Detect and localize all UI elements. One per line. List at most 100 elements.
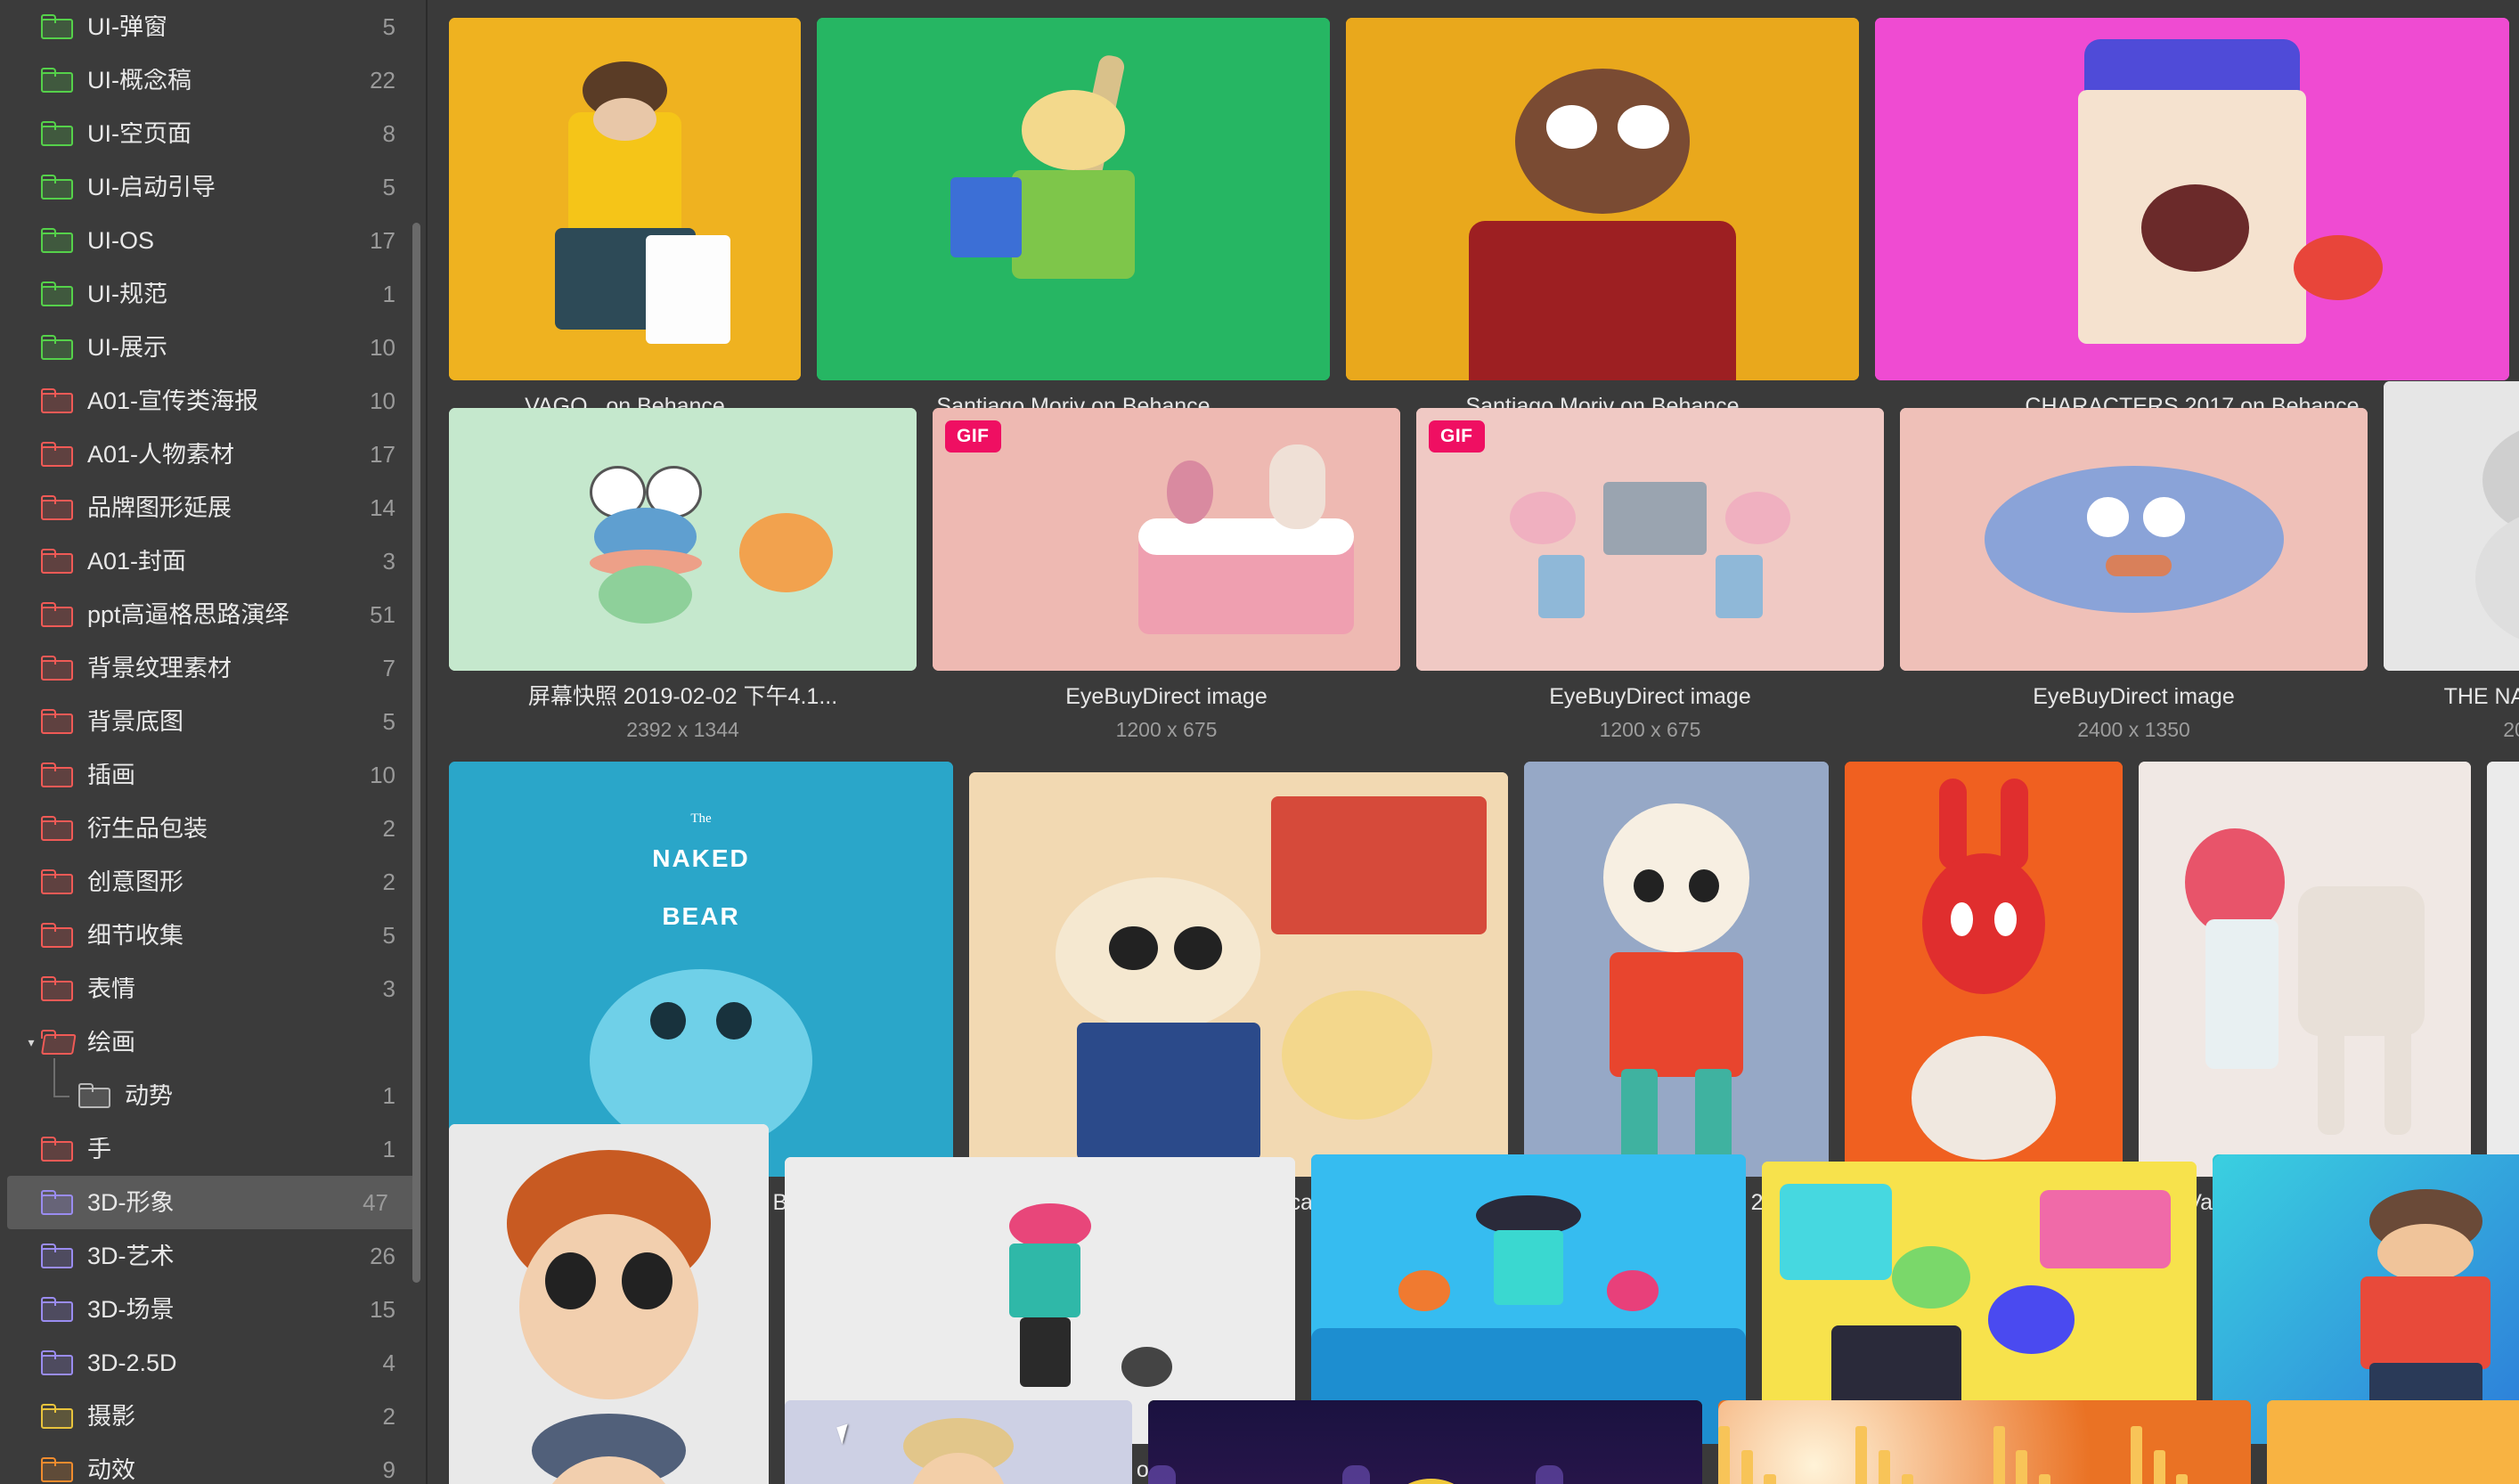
sidebar-item-15[interactable]: · 衍生品包装 2	[0, 802, 426, 855]
thumbnail-image[interactable]: GIF	[1416, 408, 1884, 671]
sidebar-item-label: 摄影	[87, 1404, 135, 1429]
sidebar-item-18[interactable]: · 表情 3	[0, 962, 426, 1015]
sidebar-item-12[interactable]: · 背景纹理素材 7	[0, 641, 426, 695]
sidebar-item-22[interactable]: · 3D-形象 47	[7, 1176, 419, 1229]
folder-icon	[41, 68, 73, 93]
thumbnail-image[interactable]: The New York Times Smarter LivingHOW TO …	[2487, 762, 2519, 1177]
sidebar-item-count: 8	[382, 120, 395, 147]
thumbnail-image[interactable]	[449, 1124, 769, 1444]
thumbnail-image[interactable]	[2384, 381, 2519, 671]
thumbnail-card[interactable]	[1148, 1400, 1702, 1484]
thumbnail-card[interactable]: GIF EyeBuyDirect image 1200 x 675	[1416, 408, 1884, 743]
folder-icon	[41, 762, 73, 787]
sidebar-item-23[interactable]: · 3D-艺术 26	[0, 1229, 426, 1283]
thumbnail-card[interactable]: EyeBuyDirect image 2400 x 1350	[1900, 408, 2368, 743]
thumbnail-image[interactable]: GIF	[933, 408, 1400, 671]
sidebar-item-3[interactable]: · UI-启动引导 5	[0, 160, 426, 214]
thumbnail-card[interactable]: GIF EyeBuyDirect image 1200 x 675	[933, 408, 1400, 743]
sidebar-item-label: 动势	[125, 1083, 173, 1108]
thumbnail-card[interactable]	[1718, 1400, 2251, 1484]
sidebar-item-0[interactable]: · UI-弹窗 5	[0, 0, 426, 53]
sidebar-item-10[interactable]: · A01-封面 3	[0, 534, 426, 588]
folder-icon	[41, 1457, 73, 1482]
folder-icon	[41, 923, 73, 948]
sidebar-scrollbar[interactable]	[412, 223, 420, 1283]
thumbnail-card[interactable]: 屏幕快照 2019-02-02 下午4.1... 2392 x 1344	[449, 408, 917, 743]
thumbnail-image[interactable]	[2267, 1400, 2519, 1484]
folder-icon	[41, 602, 73, 627]
thumbnail-image[interactable]	[1900, 408, 2368, 671]
sidebar-item-27[interactable]: · 动效 9	[0, 1443, 426, 1484]
thumbnail-grid[interactable]: VAGO . on Behance1400 x 1439Santiago Mor…	[428, 0, 2519, 1484]
sidebar-item-count: 5	[382, 708, 395, 735]
twisty-placeholder: ·	[21, 1250, 41, 1262]
sidebar-item-16[interactable]: · 创意图形 2	[0, 855, 426, 909]
thumbnail-card[interactable]	[449, 1400, 769, 1484]
thumbnail-title: EyeBuyDirect image	[1065, 684, 1268, 709]
sidebar-item-11[interactable]: · ppt高逼格思路演绎 51	[0, 588, 426, 641]
thumbnail-card[interactable]	[2267, 1400, 2519, 1484]
sidebar-item-count: 14	[370, 494, 395, 521]
chevron-down-icon[interactable]: ▾	[21, 1036, 41, 1048]
thumbnail-image[interactable]: The NAKED BEAR	[449, 762, 953, 1177]
folder-icon	[41, 656, 73, 681]
sidebar-item-26[interactable]: · 摄影 2	[0, 1390, 426, 1443]
sidebar-item-17[interactable]: · 细节收集 5	[0, 909, 426, 962]
folder-icon	[41, 1190, 73, 1215]
thumbnail-artwork-naked-bear-poster: The NAKED BEAR	[449, 762, 953, 1177]
sidebar-item-label: UI-弹窗	[87, 14, 167, 39]
sidebar-item-13[interactable]: · 背景底图 5	[0, 695, 426, 748]
folder-sidebar[interactable]: ·UI-弹窗5·UI-概念稿22·UI-空页面8·UI-启动引导5·UI-OS1…	[0, 0, 426, 1484]
thumbnail-image[interactable]	[2139, 762, 2471, 1177]
folder-icon	[41, 281, 73, 306]
folder-icon	[41, 549, 73, 574]
thumbnail-artwork-laughing-pink	[1875, 18, 2509, 380]
sidebar-item-label: UI-规范	[87, 281, 167, 306]
sidebar-item-14[interactable]: · 插画 10	[0, 748, 426, 802]
sidebar-item-21[interactable]: · 手 1	[0, 1122, 426, 1176]
thumbnail-image[interactable]	[449, 18, 801, 380]
sidebar-item-count: 5	[382, 922, 395, 949]
twisty-placeholder: ·	[21, 715, 41, 728]
thumbnail-image[interactable]	[1148, 1400, 1702, 1484]
thumbnail-image[interactable]	[1524, 762, 1829, 1177]
sidebar-item-25[interactable]: · 3D-2.5D 4	[0, 1336, 426, 1390]
sidebar-item-count: 2	[382, 815, 395, 842]
folder-icon	[41, 228, 73, 253]
thumbnail-image[interactable]	[817, 18, 1330, 380]
thumbnail-image[interactable]	[785, 1400, 1132, 1484]
sidebar-item-19[interactable]: ▾ 绘画	[0, 1015, 426, 1069]
sidebar-item-4[interactable]: · UI-OS 17	[0, 214, 426, 267]
sidebar-item-label: 背景底图	[87, 709, 183, 734]
thumbnail-artwork-pink-tub	[933, 408, 1400, 671]
twisty-placeholder: ·	[21, 448, 41, 461]
thumbnail-image[interactable]	[1346, 18, 1859, 380]
sidebar-item-count: 4	[382, 1349, 395, 1376]
thumbnail-artwork-llama-girl	[2139, 762, 2471, 1177]
sidebar-item-20[interactable]: · 动势 1	[0, 1058, 426, 1122]
sidebar-item-8[interactable]: · A01-人物素材 17	[0, 428, 426, 481]
thumbnail-image[interactable]	[969, 772, 1508, 1177]
folder-list[interactable]: ·UI-弹窗5·UI-概念稿22·UI-空页面8·UI-启动引导5·UI-OS1…	[0, 0, 426, 1484]
sidebar-item-5[interactable]: · UI-规范 1	[0, 267, 426, 321]
thumbnail-image[interactable]	[449, 1400, 769, 1484]
thumbnail-image[interactable]	[449, 408, 917, 671]
sidebar-item-7[interactable]: · A01-宣传类海报 10	[0, 374, 426, 428]
sidebar-item-9[interactable]: · 品牌图形延展 14	[0, 481, 426, 534]
thumbnail-title: 屏幕快照 2019-02-02 下午4.1...	[527, 684, 838, 709]
sidebar-item-count: 1	[382, 1082, 395, 1109]
thumbnail-image[interactable]	[1875, 18, 2509, 380]
gif-badge: GIF	[945, 420, 1001, 453]
thumbnail-card[interactable]	[785, 1400, 1132, 1484]
thumbnail-image[interactable]	[1845, 762, 2123, 1177]
thumbnail-image[interactable]	[1718, 1400, 2251, 1484]
grid-row-4	[440, 1400, 2519, 1484]
sidebar-item-label: UI-空页面	[87, 121, 192, 146]
sidebar-item-2[interactable]: · UI-空页面 8	[0, 107, 426, 160]
sidebar-item-1[interactable]: · UI-概念稿 22	[0, 53, 426, 107]
sidebar-item-24[interactable]: · 3D-场景 15	[0, 1283, 426, 1336]
thumbnail-card[interactable]: THE NAKED BEAR o... 2000 x 1646	[2384, 381, 2519, 743]
sidebar-item-count: 9	[382, 1456, 395, 1483]
sidebar-item-6[interactable]: · UI-展示 10	[0, 321, 426, 374]
sidebar-item-count: 1	[382, 281, 395, 307]
